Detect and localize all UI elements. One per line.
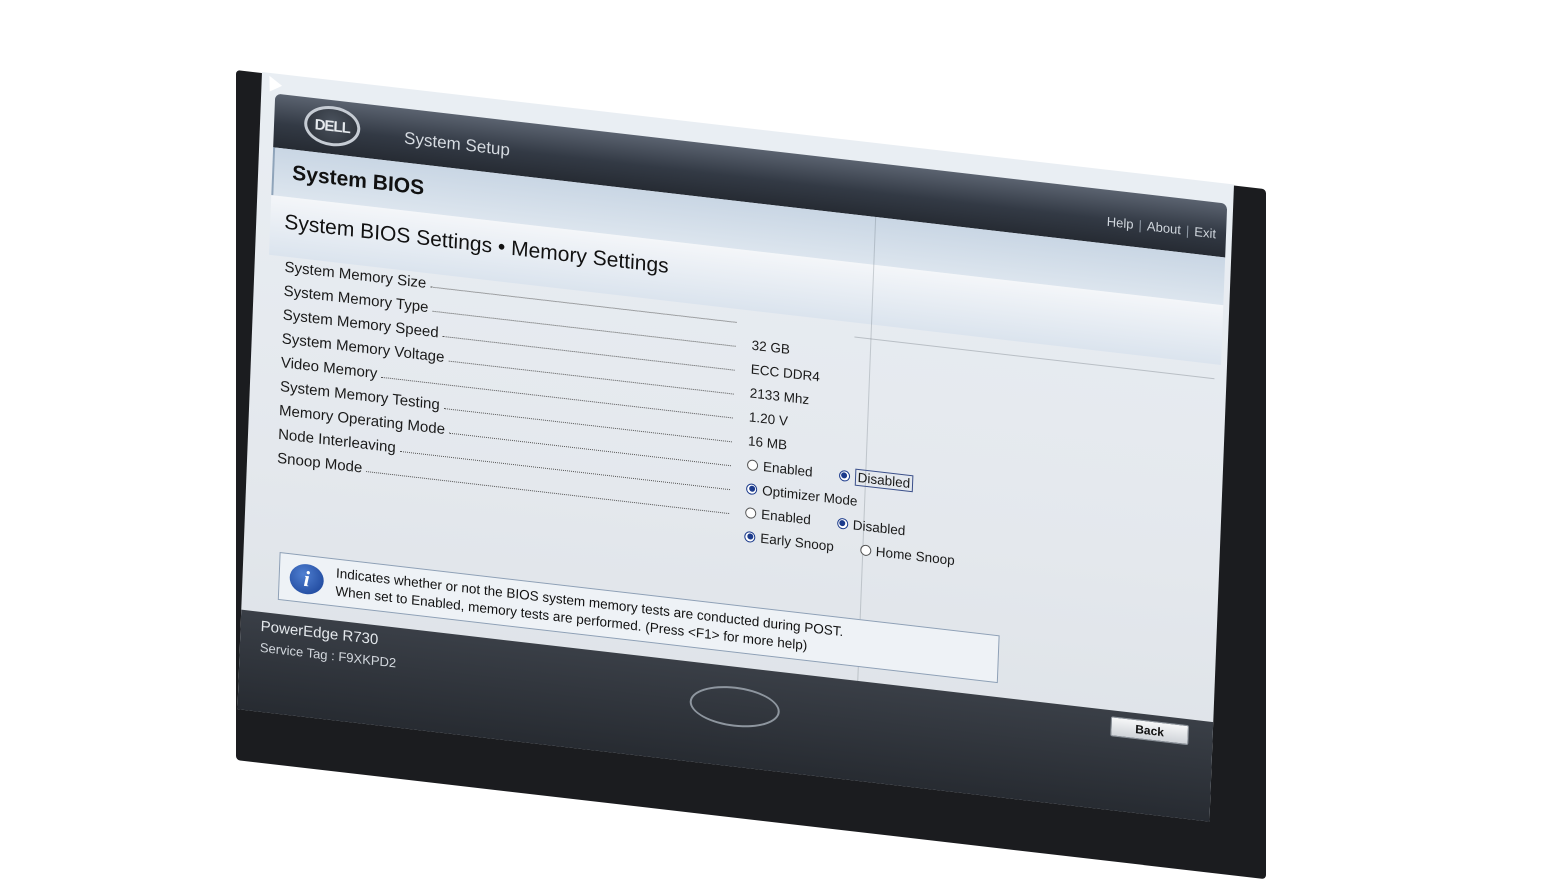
option-label: Disabled <box>853 517 906 538</box>
radio-off-icon <box>747 459 758 471</box>
radio-off-icon <box>745 506 756 518</box>
section-title: System BIOS <box>292 162 425 201</box>
radio-on-icon <box>838 469 849 481</box>
option-label: Enabled <box>761 506 811 527</box>
exit-link[interactable]: Exit <box>1194 224 1216 241</box>
radio-early-snoop[interactable]: Early Snoop <box>744 528 834 553</box>
radio-on-icon <box>746 483 757 495</box>
setting-value: ECC DDR4 <box>750 361 820 384</box>
radio-home-snoop[interactable]: Home Snoop <box>860 542 955 568</box>
setting-value: 1.20 V <box>749 409 789 428</box>
setting-value: 16 MB <box>748 433 788 452</box>
option-label: Early Snoop <box>760 530 834 553</box>
option-label: Enabled <box>763 459 813 480</box>
setting-value: 32 GB <box>751 337 790 356</box>
about-link[interactable]: About <box>1147 218 1182 237</box>
radio-enabled[interactable]: Enabled <box>747 457 813 480</box>
dell-footer-logo <box>689 682 781 732</box>
help-link[interactable]: Help <box>1107 214 1134 232</box>
bios-screen: DELL System Setup Help|About|Exit System… <box>237 72 1234 822</box>
mouse-cursor-icon <box>263 73 282 91</box>
radio-off-icon <box>860 544 871 556</box>
link-separator: | <box>1181 222 1195 238</box>
setting-value: 2133 Mhz <box>750 385 810 407</box>
app-title: System Setup <box>404 128 511 160</box>
dell-logo: DELL <box>303 103 361 149</box>
option-label: Home Snoop <box>876 544 955 568</box>
radio-disabled[interactable]: Disabled <box>837 515 906 538</box>
radio-enabled[interactable]: Enabled <box>745 504 811 527</box>
back-button[interactable]: Back <box>1110 716 1189 745</box>
radio-on-icon <box>744 530 755 542</box>
header-links: Help|About|Exit <box>1107 214 1217 242</box>
info-icon: i <box>289 562 324 596</box>
option-label: Disabled <box>854 468 913 492</box>
radio-on-icon <box>837 517 848 529</box>
link-separator: | <box>1133 217 1147 233</box>
